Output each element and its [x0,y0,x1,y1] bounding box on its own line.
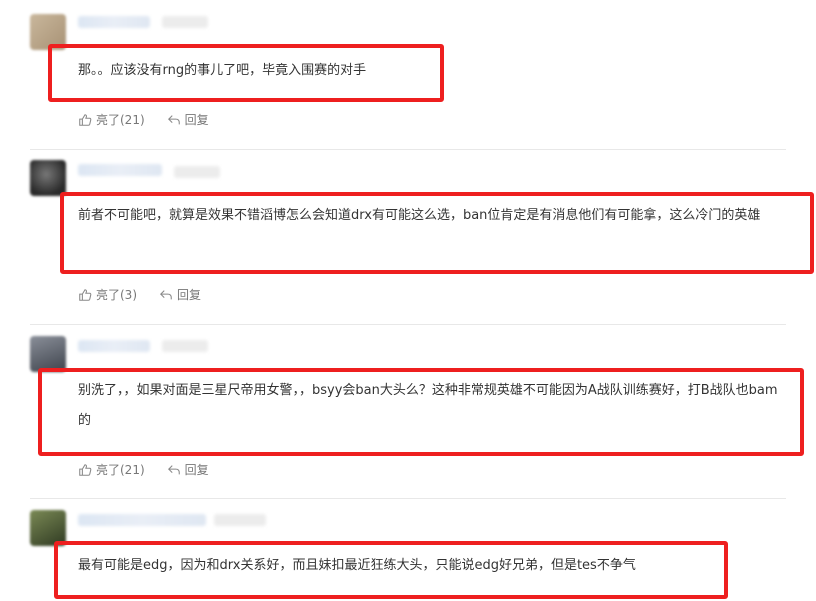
username-blurred[interactable] [78,340,150,352]
comment-text: 最有可能是edg，因为和drx关系好，而且妹扣最近狂练大头，只能说edg好兄弟，… [78,558,636,573]
comment-text: 那。。应该没有rng的事儿了吧，毕竟入围赛的对手 [78,63,367,78]
like-count-label: 亮了(3) [96,288,137,302]
reply-button[interactable]: 回复 [167,111,209,128]
like-count-label: 亮了(21) [96,113,145,127]
divider [30,324,786,325]
like-button[interactable]: 亮了(21) [78,461,145,478]
timestamp-blurred [162,16,208,28]
like-button[interactable]: 亮了(21) [78,111,145,128]
thumbs-up-icon [79,288,92,301]
timestamp-blurred [162,340,208,352]
divider [30,149,786,150]
comment-text: 前者不可能吧，就算是效果不错滔博怎么会知道drx有可能这么选，ban位肯定是有消… [78,208,761,223]
thumbs-up-icon [79,463,92,476]
username-blurred[interactable] [78,16,150,28]
avatar[interactable] [30,336,66,372]
reply-label: 回复 [184,463,209,477]
avatar[interactable] [30,160,66,196]
reply-label: 回复 [177,288,202,302]
username-blurred[interactable] [78,164,162,176]
divider [30,498,786,499]
timestamp-blurred [174,166,220,178]
reply-icon [167,464,180,474]
reply-button[interactable]: 回复 [167,461,209,478]
reply-icon [160,289,172,299]
reply-label: 回复 [184,113,209,127]
timestamp-blurred [214,514,266,526]
comment-actions: 亮了(3) 回复 [78,286,201,303]
like-button[interactable]: 亮了(3) [78,286,137,303]
comment-actions: 亮了(21) 回复 [78,461,209,478]
thumbs-up-icon [79,113,92,126]
like-count-label: 亮了(21) [96,463,145,477]
username-blurred[interactable] [78,514,206,526]
reply-button[interactable]: 回复 [159,286,201,303]
reply-icon [167,114,180,124]
comment-actions: 亮了(21) 回复 [78,111,209,128]
comment-text: 别洗了，，如果对面是三星尺帝用女警，，bsyy会ban大头么？这种非常规英雄不可… [78,383,778,428]
